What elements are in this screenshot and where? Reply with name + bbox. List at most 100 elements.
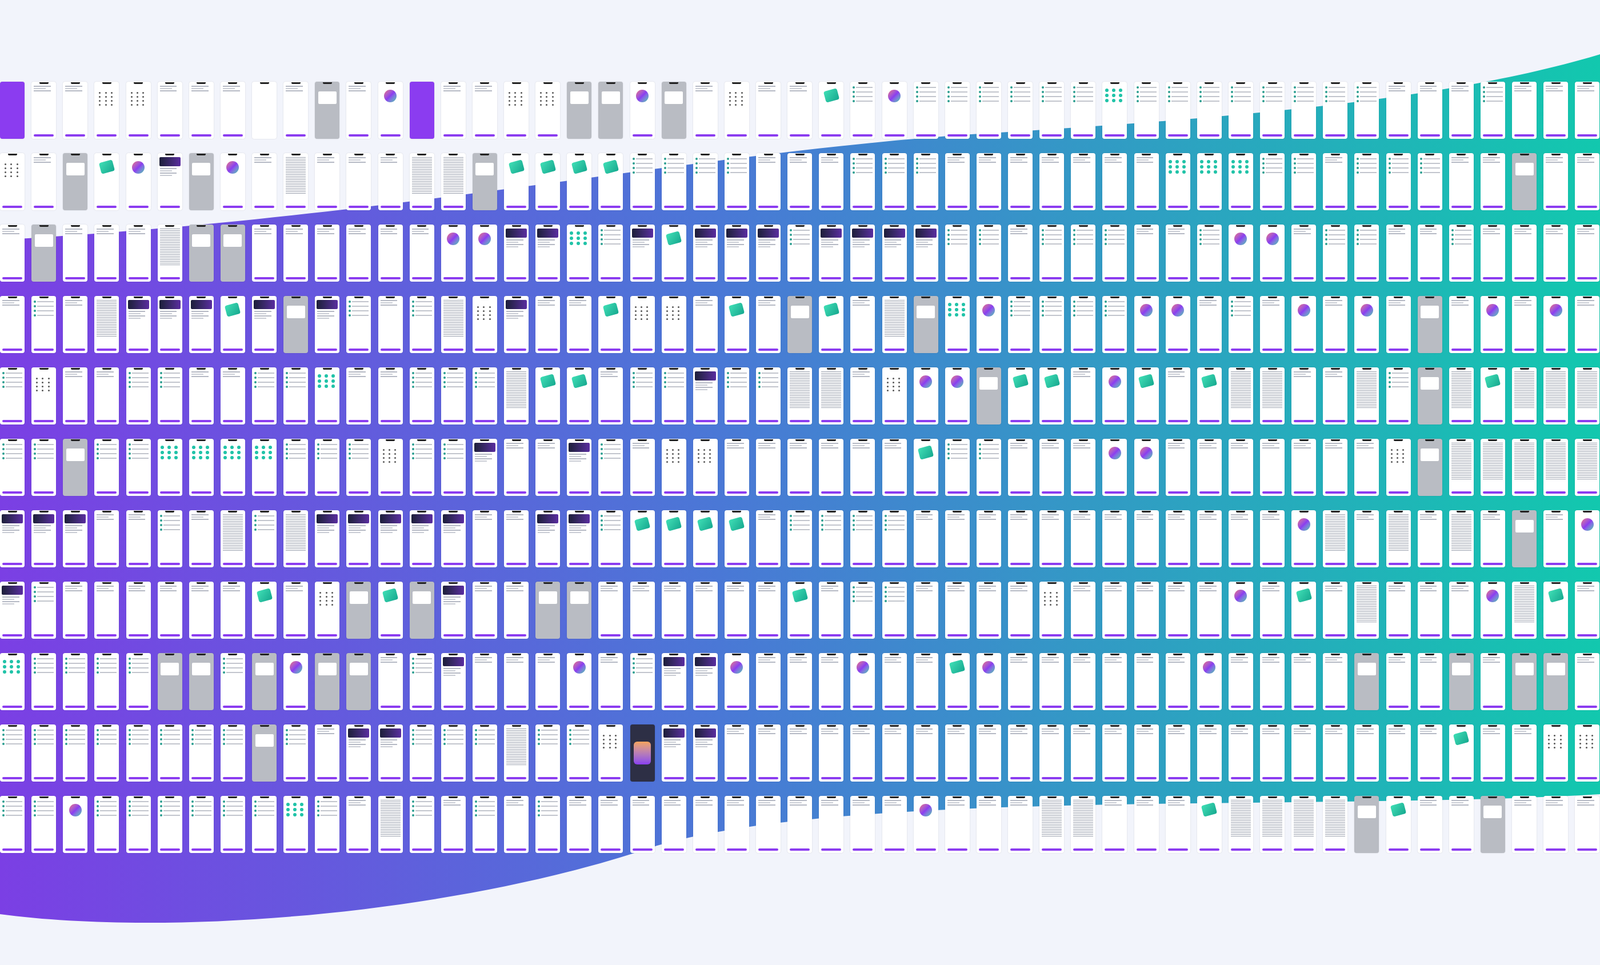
primary-button[interactable]: [380, 134, 401, 137]
phone-screen[interactable]: [756, 296, 781, 354]
primary-button[interactable]: [443, 277, 464, 280]
keypad[interactable]: [504, 84, 529, 106]
phone-screen[interactable]: [1039, 153, 1064, 211]
phone-screen[interactable]: [378, 296, 403, 354]
primary-button[interactable]: [317, 420, 338, 423]
bank-card[interactable]: [884, 228, 906, 238]
phone-screen[interactable]: [630, 224, 655, 282]
primary-button[interactable]: [978, 277, 999, 280]
phone-screen[interactable]: [630, 367, 655, 425]
primary-button[interactable]: [1577, 277, 1598, 280]
phone-screen[interactable]: [504, 296, 529, 354]
primary-button[interactable]: [1325, 205, 1346, 208]
list-row[interactable]: [1230, 300, 1251, 303]
list-row[interactable]: [1293, 171, 1314, 174]
list-row[interactable]: [1199, 238, 1220, 241]
primary-button[interactable]: [600, 277, 621, 280]
list-row[interactable]: [947, 90, 968, 94]
primary-button[interactable]: [600, 348, 621, 351]
phone-screen[interactable]: [94, 367, 119, 425]
teal-icon[interactable]: [948, 302, 952, 307]
list-row[interactable]: [1262, 86, 1283, 89]
list-row[interactable]: [1073, 229, 1094, 232]
primary-button[interactable]: [443, 420, 464, 423]
teal-icon[interactable]: [1118, 98, 1123, 103]
phone-screen[interactable]: [220, 296, 246, 354]
primary-button[interactable]: [1199, 205, 1220, 208]
list-row[interactable]: [412, 372, 432, 375]
key[interactable]: [677, 314, 680, 316]
key[interactable]: [545, 100, 548, 102]
bank-card[interactable]: [253, 300, 275, 310]
list-row[interactable]: [916, 157, 936, 160]
list-row[interactable]: [1388, 166, 1409, 170]
phone-screen[interactable]: [1008, 224, 1033, 282]
primary-button[interactable]: [1041, 277, 1062, 280]
list-row[interactable]: [160, 372, 180, 375]
primary-button[interactable]: [1010, 277, 1031, 280]
list-row[interactable]: [1168, 86, 1188, 89]
list-row[interactable]: [1388, 157, 1409, 160]
phone-screen[interactable]: [126, 153, 151, 211]
phone-screen[interactable]: [504, 224, 529, 282]
key[interactable]: [482, 314, 485, 316]
phone-screen[interactable]: [504, 367, 529, 425]
key[interactable]: [540, 92, 542, 94]
primary-button[interactable]: [695, 277, 716, 280]
phone-screen[interactable]: [1449, 81, 1474, 139]
phone-screen[interactable]: [441, 224, 466, 282]
modal-dialog[interactable]: [223, 234, 242, 247]
phone-screen[interactable]: [1354, 153, 1379, 211]
list-row[interactable]: [1356, 166, 1377, 170]
phone-screen[interactable]: [1354, 224, 1379, 282]
phone-screen[interactable]: [409, 224, 435, 282]
phone-screen[interactable]: [598, 224, 623, 282]
key[interactable]: [130, 100, 133, 102]
primary-button[interactable]: [947, 205, 968, 208]
primary-button[interactable]: [128, 348, 149, 351]
primary-button[interactable]: [1136, 205, 1157, 208]
phone-screen[interactable]: [693, 296, 718, 354]
primary-button[interactable]: [537, 420, 558, 423]
primary-button[interactable]: [1545, 348, 1566, 351]
key[interactable]: [540, 100, 542, 102]
key[interactable]: [489, 318, 491, 320]
phone-screen[interactable]: [1260, 296, 1285, 354]
primary-button[interactable]: [2, 420, 23, 423]
primary-button[interactable]: [600, 420, 621, 423]
keypad[interactable]: [724, 84, 750, 106]
list-row[interactable]: [1010, 100, 1031, 103]
key[interactable]: [482, 310, 485, 312]
list-row[interactable]: [1420, 171, 1440, 174]
key[interactable]: [16, 171, 19, 174]
key[interactable]: [105, 92, 107, 94]
phone-screen[interactable]: [1322, 81, 1348, 139]
primary-button[interactable]: [758, 134, 779, 137]
list-row[interactable]: [1199, 100, 1220, 103]
list-row[interactable]: [1073, 242, 1094, 246]
primary-button[interactable]: [1262, 205, 1283, 208]
key[interactable]: [508, 96, 511, 98]
list-row[interactable]: [1356, 100, 1377, 103]
list-row[interactable]: [947, 95, 968, 98]
phone-screen[interactable]: [1197, 296, 1222, 354]
phone-screen[interactable]: [0, 153, 25, 211]
phone-screen[interactable]: [661, 81, 687, 139]
list-row[interactable]: [1136, 90, 1157, 94]
phone-screen[interactable]: [913, 81, 939, 139]
primary-button[interactable]: [128, 420, 149, 423]
list-row[interactable]: [1041, 90, 1062, 94]
phone-screen[interactable]: [724, 153, 750, 211]
primary-button[interactable]: [96, 420, 117, 423]
phone-screen[interactable]: [441, 81, 466, 139]
key[interactable]: [640, 306, 643, 308]
teal-icon[interactable]: [1213, 165, 1218, 169]
primary-button[interactable]: [632, 348, 653, 351]
teal-icon[interactable]: [961, 302, 966, 307]
list-row[interactable]: [916, 162, 936, 165]
phone-screen[interactable]: [818, 296, 844, 354]
phone-screen[interactable]: [94, 81, 119, 139]
phone-screen[interactable]: [566, 224, 592, 282]
phone-screen[interactable]: [31, 153, 56, 211]
teal-icon[interactable]: [954, 308, 959, 312]
